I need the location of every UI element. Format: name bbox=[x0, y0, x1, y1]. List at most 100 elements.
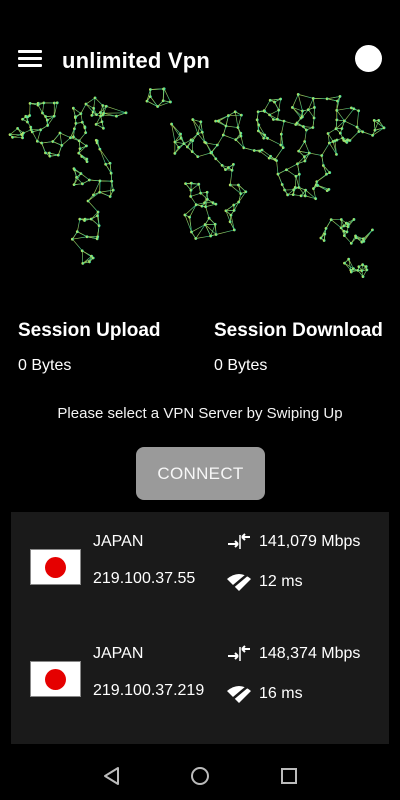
app-bar: unlimited Vpn bbox=[0, 32, 400, 88]
map-node bbox=[189, 195, 193, 198]
map-link bbox=[97, 225, 100, 237]
map-node bbox=[188, 215, 192, 219]
map-node bbox=[93, 96, 97, 100]
map-node bbox=[109, 171, 113, 175]
map-link bbox=[190, 183, 199, 191]
map-node bbox=[60, 143, 64, 147]
map-link bbox=[344, 235, 352, 244]
toggle-circle-icon[interactable] bbox=[355, 45, 382, 72]
server-item-1[interactable]: JAPAN 219.100.37.55 141,079 Mbps 12 ms bbox=[11, 512, 389, 622]
map-node bbox=[268, 98, 272, 102]
recents-icon[interactable] bbox=[277, 764, 301, 788]
map-node bbox=[362, 237, 365, 241]
map-node bbox=[104, 162, 108, 166]
map-node bbox=[85, 144, 88, 148]
map-link bbox=[297, 94, 303, 112]
map-node bbox=[100, 120, 104, 124]
back-icon[interactable] bbox=[100, 764, 124, 788]
map-node bbox=[360, 240, 364, 244]
map-link bbox=[286, 169, 297, 177]
map-node bbox=[325, 172, 328, 176]
map-node bbox=[239, 131, 243, 135]
map-link bbox=[269, 109, 279, 116]
map-link bbox=[87, 200, 99, 213]
session-download-label: Session Download bbox=[214, 320, 383, 341]
server-item-2[interactable]: JAPAN 219.100.37.219 148,374 Mbps 16 ms bbox=[11, 624, 389, 734]
map-node bbox=[233, 110, 237, 114]
map-node bbox=[69, 136, 72, 140]
map-link bbox=[205, 142, 212, 154]
map-link bbox=[274, 147, 284, 160]
map-node bbox=[194, 203, 198, 207]
map-link bbox=[327, 128, 337, 134]
map-node bbox=[291, 106, 294, 109]
map-node bbox=[350, 106, 353, 110]
map-node bbox=[372, 118, 376, 122]
map-node bbox=[352, 218, 356, 221]
map-node bbox=[256, 110, 260, 114]
map-node bbox=[325, 97, 329, 101]
map-link bbox=[190, 196, 197, 205]
map-node bbox=[78, 147, 82, 151]
map-node bbox=[281, 146, 285, 150]
map-node bbox=[39, 128, 43, 132]
connect-button[interactable]: CONNECT bbox=[136, 447, 265, 500]
menu-icon[interactable] bbox=[18, 50, 42, 70]
map-node bbox=[279, 132, 283, 136]
map-node bbox=[339, 218, 343, 221]
map-node bbox=[215, 143, 219, 147]
map-node bbox=[189, 188, 193, 192]
map-link bbox=[374, 120, 380, 131]
map-node bbox=[237, 183, 240, 187]
map-node bbox=[286, 193, 290, 197]
map-link bbox=[59, 132, 63, 146]
map-node bbox=[85, 235, 89, 239]
map-node bbox=[335, 108, 339, 112]
session-download-value: 0 Bytes bbox=[214, 357, 268, 374]
map-node bbox=[232, 162, 235, 166]
map-node bbox=[56, 153, 60, 157]
map-link bbox=[286, 163, 298, 171]
map-link bbox=[61, 137, 71, 146]
map-node bbox=[258, 149, 262, 153]
map-node bbox=[329, 218, 333, 222]
map-node bbox=[204, 205, 208, 209]
server-ping: 16 ms bbox=[259, 685, 303, 702]
map-node bbox=[296, 162, 299, 166]
map-link bbox=[72, 236, 88, 240]
map-node bbox=[335, 138, 339, 142]
map-node bbox=[44, 151, 47, 155]
map-node bbox=[48, 151, 51, 155]
map-node bbox=[183, 213, 187, 217]
map-link bbox=[184, 204, 197, 216]
map-node bbox=[315, 180, 319, 184]
map-node bbox=[314, 183, 318, 187]
map-node bbox=[237, 200, 241, 204]
map-node bbox=[327, 187, 331, 191]
map-node bbox=[77, 151, 81, 155]
map-node bbox=[209, 151, 213, 155]
map-link bbox=[303, 126, 313, 128]
map-node bbox=[313, 106, 316, 109]
map-node bbox=[279, 97, 283, 101]
map-node bbox=[322, 239, 326, 242]
map-link bbox=[277, 173, 283, 185]
home-icon[interactable] bbox=[188, 764, 212, 788]
map-node bbox=[84, 131, 88, 135]
map-node bbox=[83, 217, 87, 221]
map-node bbox=[190, 230, 193, 234]
map-node bbox=[343, 261, 346, 265]
map-node bbox=[236, 126, 240, 129]
map-node bbox=[228, 183, 232, 187]
map-node bbox=[211, 201, 215, 205]
map-node bbox=[335, 152, 338, 156]
server-country: JAPAN bbox=[93, 645, 144, 662]
map-node bbox=[282, 119, 286, 123]
map-link bbox=[197, 121, 202, 134]
map-node bbox=[320, 154, 324, 157]
map-link bbox=[94, 97, 104, 106]
map-node bbox=[177, 145, 181, 149]
map-node bbox=[46, 124, 50, 127]
map-node bbox=[182, 142, 186, 146]
map-node bbox=[78, 217, 82, 221]
